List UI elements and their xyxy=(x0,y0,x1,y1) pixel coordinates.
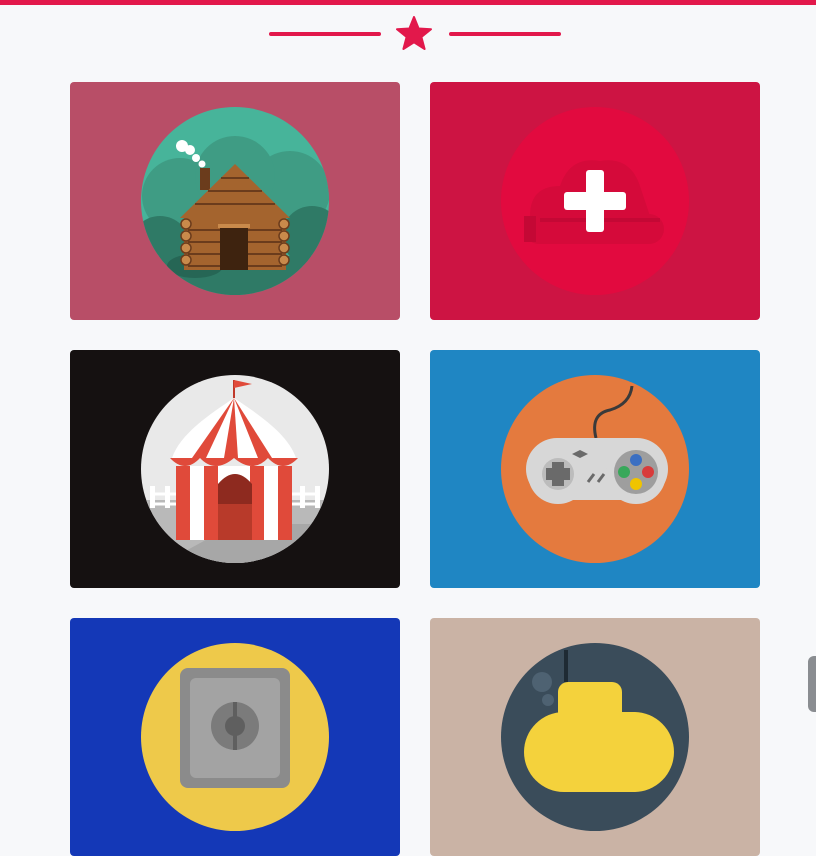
circus-tent-icon xyxy=(141,375,329,563)
log-cabin-icon xyxy=(141,107,329,295)
safe-icon xyxy=(141,643,329,831)
divider-line-right xyxy=(449,32,561,36)
divider-line-left xyxy=(269,32,381,36)
submarine-icon xyxy=(501,643,689,831)
gallery-card-circus[interactable] xyxy=(70,350,400,588)
top-accent-bar xyxy=(0,0,816,5)
add-cloud-icon xyxy=(501,107,689,295)
gallery-card-safe[interactable] xyxy=(70,618,400,856)
gallery-card-submarine[interactable] xyxy=(430,618,760,856)
gallery-card-game[interactable] xyxy=(430,350,760,588)
game-controller-icon xyxy=(501,375,689,563)
gallery-card-cabin[interactable] xyxy=(70,82,400,320)
gallery-card-add-cloud[interactable] xyxy=(430,82,760,320)
section-divider xyxy=(0,16,816,52)
star-icon xyxy=(396,16,432,50)
scrollbar-handle[interactable] xyxy=(808,656,816,712)
